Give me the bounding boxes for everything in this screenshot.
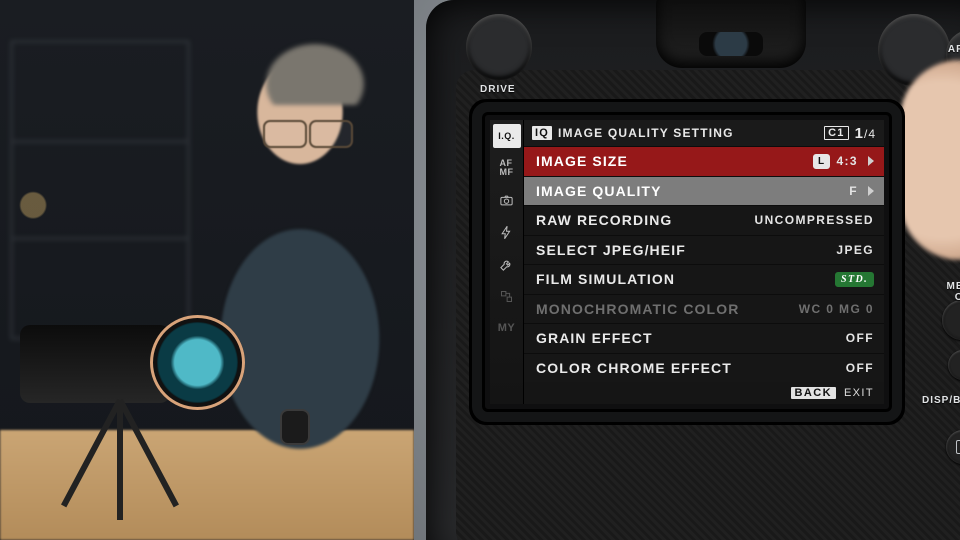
footer-key-badge: BACK xyxy=(791,387,836,399)
value-text: 4:3 xyxy=(836,154,858,168)
menu-ok-label: MENU OK xyxy=(947,282,960,303)
sidebar-tab-afmf[interactable]: AF MF xyxy=(493,156,521,180)
menu-row-label: RAW RECORDING xyxy=(536,212,755,228)
disp-back-label: DISP/BACK xyxy=(922,395,960,406)
footer-label: EXIT xyxy=(844,387,874,399)
value-text: UNCOMPRESSED xyxy=(755,213,874,227)
right-panel-camera-back: DRIVE AF ON MENU OK DISP/BACK I.Q. AF MF M… xyxy=(414,0,960,540)
menu-row-label: IMAGE QUALITY xyxy=(536,183,849,199)
menu-row-value: F xyxy=(849,184,874,198)
menu-row-7[interactable]: COLOR CHROME EFFECTOFF xyxy=(524,353,884,383)
menu-row-4[interactable]: FILM SIMULATIONSTD. xyxy=(524,264,884,294)
split-frame: DRIVE AF ON MENU OK DISP/BACK I.Q. AF MF M… xyxy=(0,0,960,540)
chevron-right-icon xyxy=(868,186,874,196)
drive-label: DRIVE xyxy=(480,84,516,95)
left-panel-photo xyxy=(0,0,414,540)
presenter-hair xyxy=(255,35,375,105)
lcd-screen[interactable]: I.Q. AF MF MY IQ IMAGE QUALITY SETTING C1 … xyxy=(490,120,884,404)
menu-row-label: COLOR CHROME EFFECT xyxy=(536,360,846,376)
camera-body: DRIVE AF ON MENU OK DISP/BACK I.Q. AF MF M… xyxy=(426,0,960,540)
menu-row-value: JPEG xyxy=(836,243,874,257)
menu-footer: BACK EXIT xyxy=(524,382,884,404)
lcd-frame: I.Q. AF MF MY IQ IMAGE QUALITY SETTING C1 … xyxy=(482,112,892,412)
af-on-label: AF ON xyxy=(948,44,960,55)
menu-panel: IQ IMAGE QUALITY SETTING C1 1/4 IMAGE SI… xyxy=(524,120,884,404)
menu-header: IQ IMAGE QUALITY SETTING C1 1/4 xyxy=(524,120,884,146)
menu-row-label: GRAIN EFFECT xyxy=(536,330,846,346)
flash-icon[interactable] xyxy=(493,220,521,244)
menu-row-value: L 4:3 xyxy=(813,154,874,169)
value-text: F xyxy=(849,184,858,198)
value-text: OFF xyxy=(846,361,874,375)
wrench-icon[interactable] xyxy=(493,252,521,276)
operator-thumb xyxy=(900,60,960,260)
value-badge: L xyxy=(813,154,831,169)
sidebar-tab-my[interactable]: MY xyxy=(493,316,521,340)
menu-row-3[interactable]: SELECT JPEG/HEIFJPEG xyxy=(524,235,884,265)
lens-barrel xyxy=(20,325,170,403)
menu-row-2[interactable]: RAW RECORDINGUNCOMPRESSED xyxy=(524,205,884,235)
conn-icon[interactable] xyxy=(493,284,521,308)
sidebar-tab-iq[interactable]: I.Q. xyxy=(493,124,521,148)
value-badge: STD. xyxy=(835,272,874,287)
menu-row-value: UNCOMPRESSED xyxy=(755,213,874,227)
lens-front-element xyxy=(150,315,245,410)
menu-row-value: STD. xyxy=(835,272,874,287)
menu-rows[interactable]: IMAGE SIZEL4:3IMAGE QUALITYFRAW RECORDIN… xyxy=(524,146,884,382)
chevron-right-icon xyxy=(868,156,874,166)
drive-dial[interactable] xyxy=(466,14,532,80)
value-text: JPEG xyxy=(836,243,874,257)
menu-sidebar-tabs[interactable]: I.Q. AF MF MY xyxy=(490,120,524,404)
page-total: 4 xyxy=(868,127,876,141)
viewfinder-hump xyxy=(656,0,806,68)
menu-header-title: IMAGE QUALITY SETTING xyxy=(558,126,818,140)
page-current: 1 xyxy=(855,125,864,142)
menu-label-line2: OK xyxy=(955,292,960,303)
menu-row-1[interactable]: IMAGE QUALITYF xyxy=(524,176,884,206)
value-text: OFF xyxy=(846,331,874,345)
menu-row-label: FILM SIMULATION xyxy=(536,271,835,287)
menu-row-label: IMAGE SIZE xyxy=(536,153,813,169)
menu-page-indicator: 1/4 xyxy=(855,125,876,142)
menu-label-line1: MENU xyxy=(947,281,960,292)
menu-row-5[interactable]: MONOCHROMATIC COLORWC 0 MG 0 xyxy=(524,294,884,324)
camera-icon[interactable] xyxy=(493,188,521,212)
mini-tripod xyxy=(40,400,200,520)
menu-row-value: WC 0 MG 0 xyxy=(799,302,874,316)
eyeglasses-icon xyxy=(263,120,353,144)
menu-row-0[interactable]: IMAGE SIZEL 4:3 xyxy=(524,146,884,176)
custom-bank-badge: C1 xyxy=(824,126,848,140)
menu-row-label: MONOCHROMATIC COLOR xyxy=(536,301,799,317)
menu-header-badge: IQ xyxy=(532,126,552,140)
value-text: WC 0 MG 0 xyxy=(799,302,874,316)
menu-row-value: OFF xyxy=(846,361,874,375)
tabletop-camera xyxy=(0,270,215,480)
menu-row-6[interactable]: GRAIN EFFECTOFF xyxy=(524,323,884,353)
menu-row-label: SELECT JPEG/HEIF xyxy=(536,242,836,258)
menu-row-value: OFF xyxy=(846,331,874,345)
smartwatch xyxy=(280,409,310,445)
